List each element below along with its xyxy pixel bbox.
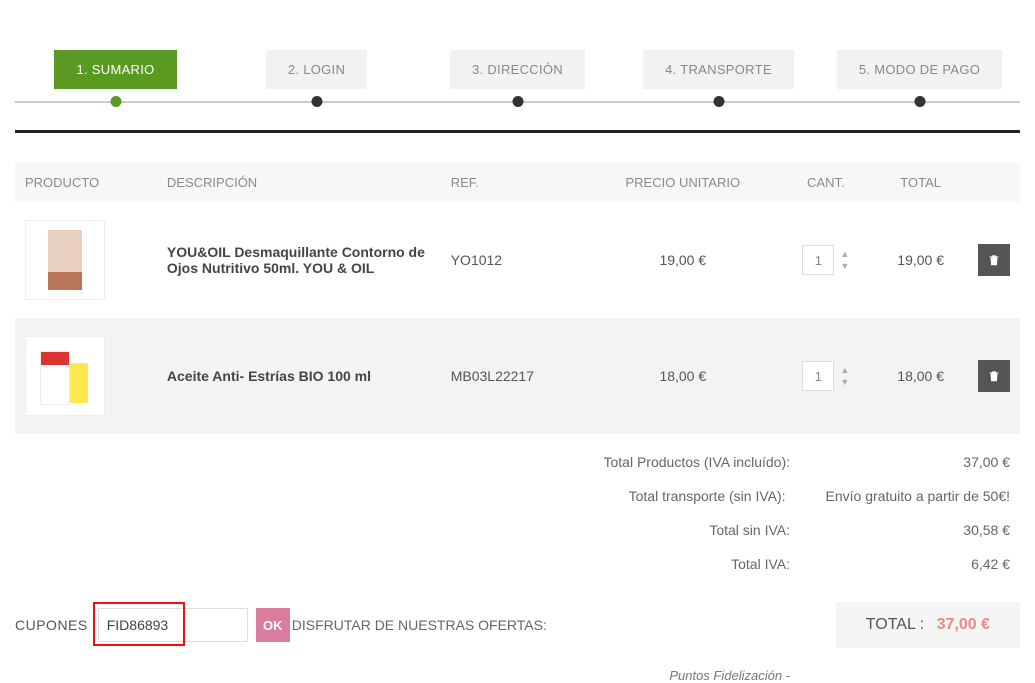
product-ref: MB03L22217 bbox=[441, 318, 588, 434]
step-dot bbox=[110, 96, 121, 107]
step-label: 2. LOGIN bbox=[266, 50, 367, 89]
step-label: 4. TRANSPORTE bbox=[643, 50, 794, 89]
step-summary[interactable]: 1. SUMARIO bbox=[15, 50, 216, 89]
step-label: 1. SUMARIO bbox=[54, 50, 176, 89]
totals-without-vat-label: Total sin IVA: bbox=[709, 522, 790, 538]
product-unit-price: 18,00 € bbox=[587, 318, 778, 434]
th-description: DESCRIPCIÓN bbox=[157, 163, 441, 202]
th-unit-price: PRECIO UNITARIO bbox=[587, 163, 778, 202]
product-line-total: 18,00 € bbox=[873, 318, 968, 434]
bottom-bar: CUPONES OK DISFRUTAR DE NUESTRAS OFERTAS… bbox=[15, 602, 1020, 648]
step-payment[interactable]: 5. MODO DE PAGO bbox=[819, 50, 1020, 89]
totals-block: Total Productos (IVA incluído): 37,00 € … bbox=[15, 454, 1020, 572]
totals-shipping-value: Envío gratuito a partir de 50€! bbox=[826, 488, 1010, 504]
product-unit-price: 19,00 € bbox=[587, 202, 778, 318]
step-dot bbox=[512, 96, 523, 107]
product-description: Aceite Anti- Estrías BIO 100 ml bbox=[157, 318, 441, 434]
divider bbox=[15, 130, 1020, 133]
step-login[interactable]: 2. LOGIN bbox=[216, 50, 417, 89]
grand-total: TOTAL : 37,00 € bbox=[836, 602, 1020, 648]
table-row: YOU&OIL Desmaquillante Contorno de Ojos … bbox=[15, 202, 1020, 318]
qty-down-icon[interactable]: ▼ bbox=[840, 378, 849, 387]
product-ref: YO1012 bbox=[441, 202, 588, 318]
totals-without-vat-value: 30,58 € bbox=[830, 522, 1010, 538]
totals-vat-label: Total IVA: bbox=[731, 556, 790, 572]
totals-products-label: Total Productos (IVA incluído): bbox=[604, 454, 791, 470]
th-qty: CANT. bbox=[778, 163, 873, 202]
product-thumbnail[interactable] bbox=[25, 336, 105, 416]
remove-item-button[interactable] bbox=[978, 244, 1010, 276]
step-label: 3. DIRECCIÓN bbox=[450, 50, 585, 89]
step-dot bbox=[311, 96, 322, 107]
trash-icon bbox=[987, 369, 1001, 383]
th-ref: REF. bbox=[441, 163, 588, 202]
checkout-steps: 1. SUMARIO 2. LOGIN 3. DIRECCIÓN 4. TRAN… bbox=[15, 50, 1020, 110]
step-label: 5. MODO DE PAGO bbox=[837, 50, 1002, 89]
trash-icon bbox=[987, 253, 1001, 267]
grand-total-label: TOTAL : bbox=[866, 616, 924, 633]
coupon-input[interactable] bbox=[98, 608, 248, 642]
qty-input[interactable] bbox=[802, 361, 834, 391]
th-actions bbox=[968, 163, 1020, 202]
totals-shipping-label: Total transporte (sin IVA): bbox=[629, 488, 786, 504]
product-description: YOU&OIL Desmaquillante Contorno de Ojos … bbox=[157, 202, 441, 318]
product-line-total: 19,00 € bbox=[873, 202, 968, 318]
totals-vat-value: 6,42 € bbox=[830, 556, 1010, 572]
step-dot bbox=[914, 96, 925, 107]
coupon-apply-button[interactable]: OK bbox=[256, 608, 290, 642]
product-thumbnail[interactable] bbox=[25, 220, 105, 300]
table-row: Aceite Anti- Estrías BIO 100 ml MB03L222… bbox=[15, 318, 1020, 434]
totals-products-value: 37,00 € bbox=[830, 454, 1010, 470]
loyalty-points: Puntos Fidelización - bbox=[15, 668, 1020, 683]
qty-input[interactable] bbox=[802, 245, 834, 275]
qty-up-icon[interactable]: ▲ bbox=[840, 366, 849, 375]
step-address[interactable]: 3. DIRECCIÓN bbox=[417, 50, 618, 89]
cart-table: PRODUCTO DESCRIPCIÓN REF. PRECIO UNITARI… bbox=[15, 163, 1020, 434]
remove-item-button[interactable] bbox=[978, 360, 1010, 392]
coupon-label: CUPONES bbox=[15, 617, 88, 633]
step-shipping[interactable]: 4. TRANSPORTE bbox=[618, 50, 819, 89]
grand-total-value: 37,00 € bbox=[937, 616, 990, 633]
qty-up-icon[interactable]: ▲ bbox=[840, 250, 849, 259]
offers-text: DISFRUTAR DE NUESTRAS OFERTAS: bbox=[292, 617, 547, 633]
th-total: TOTAL bbox=[873, 163, 968, 202]
step-dot bbox=[713, 96, 724, 107]
th-product: PRODUCTO bbox=[15, 163, 157, 202]
qty-down-icon[interactable]: ▼ bbox=[840, 262, 849, 271]
